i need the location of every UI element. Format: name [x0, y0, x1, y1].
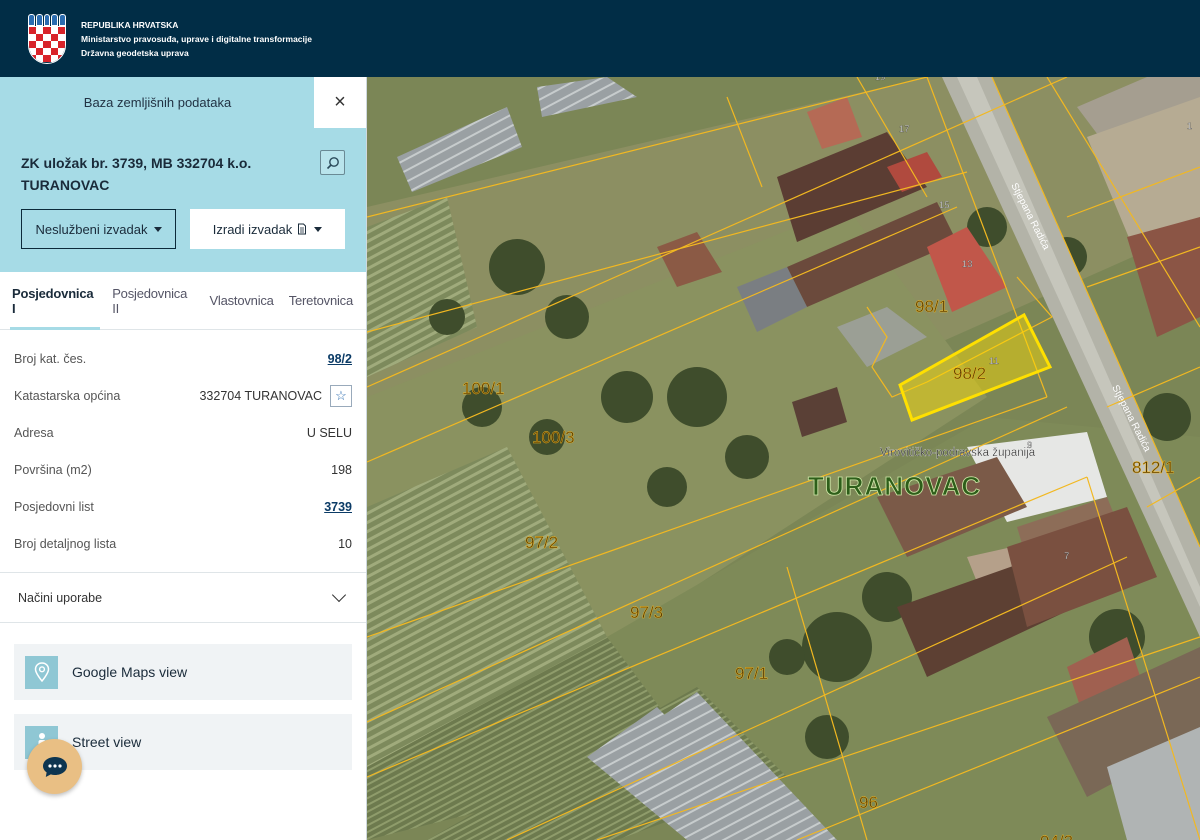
town-label: TURANOVAC — [808, 471, 981, 501]
tab-teretovnica[interactable]: Teretovnica — [287, 272, 366, 330]
create-extract-button[interactable]: Izradi izvadak — [190, 209, 345, 249]
parcel-label: 94/3 — [1040, 832, 1073, 840]
possession-sheet-link[interactable]: 3739 — [324, 500, 352, 514]
parcel-label: 812/1 — [1132, 458, 1175, 477]
property-row: Posjedovni list 3739 — [14, 488, 352, 525]
house-number: 1 — [1187, 121, 1192, 132]
parcel-header-panel: Baza zemljišnih podataka × ZK uložak br.… — [0, 77, 366, 272]
property-row: Broj detaljnog lista 10 — [14, 525, 352, 562]
cadastral-map[interactable]: 100/1 100/3 97/2 97/3 97/1 96 98/1 98/2 … — [367, 77, 1200, 840]
close-button[interactable]: × — [314, 77, 366, 128]
property-value: 198 — [331, 462, 352, 477]
parcel-number-link[interactable]: 98/2 — [328, 352, 352, 366]
header-line-3: Državna geodetska uprava — [81, 47, 189, 58]
parcel-label: 96 — [859, 793, 878, 812]
parcel-title-line-2: TURANOVAC — [21, 177, 110, 193]
map-canvas[interactable]: 100/1 100/3 97/2 97/3 97/1 96 98/1 98/2 … — [367, 77, 1200, 840]
search-icon — [326, 156, 339, 169]
zoom-search-button[interactable] — [320, 150, 345, 175]
google-maps-label: Google Maps view — [72, 664, 188, 680]
parcel-title-line-1: ZK uložak br. 3739, MB 332704 k.o. — [21, 155, 252, 171]
accordion-label: Načini uporabe — [18, 590, 103, 605]
property-value: 332704 TURANOVAC — [199, 388, 322, 403]
tab-posjedovnica-2[interactable]: Posjedovnica II — [110, 272, 207, 330]
parcel-label: 98/2 — [953, 364, 986, 383]
parcel-label: 97/2 — [525, 533, 558, 552]
chat-button[interactable] — [27, 739, 82, 794]
property-label: Adresa — [14, 425, 54, 440]
parcel-label: 100/1 — [462, 379, 505, 398]
property-label: Površina (m2) — [14, 462, 92, 477]
chevron-down-icon — [331, 587, 347, 602]
header-title[interactable]: REPUBLIKA HRVATSKA Ministarstvo pravosuđ… — [81, 18, 312, 60]
database-tab[interactable]: Baza zemljišnih podataka — [0, 77, 315, 128]
usage-accordion[interactable]: Načini uporabe — [0, 573, 366, 623]
property-row: Adresa U SELU — [14, 414, 352, 451]
house-number: 19 — [875, 77, 886, 83]
parcel-label: 97/1 — [735, 664, 768, 683]
parcel-label: 98/1 — [915, 297, 948, 316]
unofficial-extract-button[interactable]: Neslužbeni izvadak — [21, 209, 176, 249]
parcel-title: ZK uložak br. 3739, MB 332704 k.o. TURAN… — [21, 152, 301, 196]
property-row: Broj kat. čes. 98/2 — [14, 340, 352, 377]
close-icon: × — [334, 91, 346, 113]
parcel-label: 100/3 — [532, 428, 575, 447]
chat-bubble-icon — [42, 756, 67, 777]
create-extract-label: Izradi izvadak — [212, 221, 293, 237]
tab-posjedovnica-1[interactable]: Posjedovnica I — [10, 272, 110, 330]
unofficial-extract-label: Neslužbeni izvadak — [35, 221, 148, 237]
house-number: 11 — [989, 356, 999, 367]
property-label: Broj detaljnog lista — [14, 536, 117, 551]
house-number: 17 — [899, 124, 910, 135]
star-icon: ☆ — [335, 387, 347, 403]
caret-down-icon — [153, 226, 162, 232]
property-value-group: 332704 TURANOVAC ☆ — [199, 384, 352, 407]
street-view-label: Street view — [72, 734, 142, 750]
house-number: 13 — [962, 259, 973, 270]
property-label: Posjedovni list — [14, 499, 94, 514]
document-icon — [298, 223, 307, 235]
header-line-2: Ministarstvo pravosuđa, uprave i digital… — [81, 33, 312, 44]
parcel-label: 97/3 — [630, 603, 663, 622]
house-number: 15 — [939, 200, 950, 211]
property-label: Katastarska općina — [14, 388, 121, 403]
property-row: Katastarska općina 332704 TURANOVAC ☆ — [14, 377, 352, 414]
map-pin-icon — [25, 655, 58, 689]
property-list: Broj kat. čes. 98/2 Katastarska općina 3… — [0, 330, 366, 573]
croatian-coat-of-arms-icon[interactable] — [28, 13, 66, 64]
app-header: REPUBLIKA HRVATSKA Ministarstvo pravosuđ… — [0, 0, 1200, 77]
house-number: 7 — [1064, 551, 1069, 562]
property-value: U SELU — [306, 425, 352, 440]
sidebar: Baza zemljišnih podataka × ZK uložak br.… — [0, 77, 367, 840]
property-value: 10 — [338, 536, 352, 551]
favorite-button[interactable]: ☆ — [330, 384, 352, 407]
header-line-1: REPUBLIKA HRVATSKA — [81, 19, 179, 30]
property-row: Površina (m2) 198 — [14, 451, 352, 488]
county-label: Virovitičko-podravska županija — [880, 447, 1036, 459]
property-label: Broj kat. čes. — [14, 351, 87, 366]
google-maps-button[interactable]: Google Maps view — [14, 644, 352, 700]
caret-down-icon — [314, 226, 323, 232]
record-tabs: Posjedovnica I Posjedovnica II Vlastovni… — [0, 272, 366, 330]
tab-vlastovnica[interactable]: Vlastovnica — [207, 272, 286, 330]
